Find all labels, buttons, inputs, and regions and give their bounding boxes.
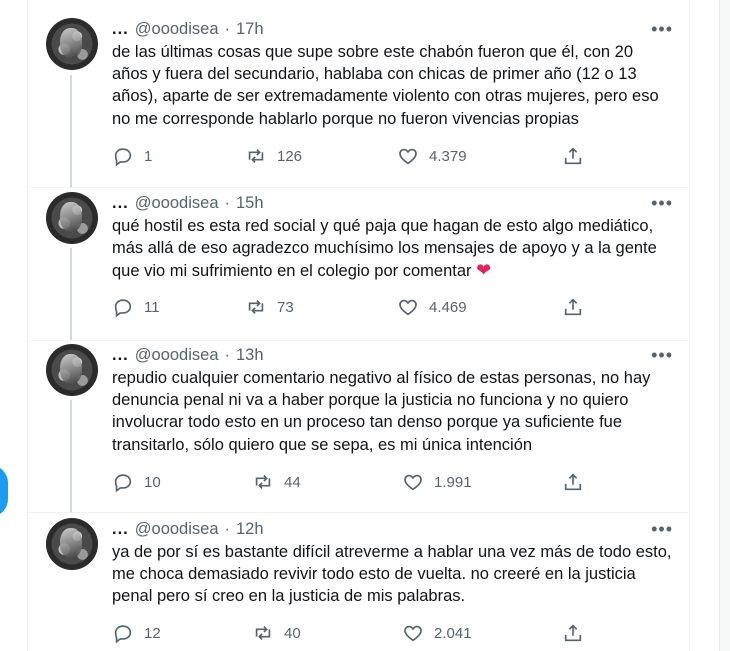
tweet-text: ya de por sí es bastante difícil atrever… [112, 543, 677, 606]
tweet[interactable]: ... @ooodisea · 15h ••• qué hostil es es… [28, 192, 689, 342]
username[interactable]: @ooodisea [135, 20, 219, 39]
timeline-border-right [689, 0, 690, 651]
timestamp[interactable]: 15h [236, 194, 264, 213]
tweet-actions: 1 126 4.379 [112, 145, 632, 169]
left-gutter [0, 0, 27, 651]
reply-count: 12 [144, 624, 161, 642]
retweet-count: 44 [284, 473, 301, 491]
like-count: 2.041 [434, 624, 472, 642]
sidebar-edge [719, 0, 730, 651]
separator-dot: · [224, 19, 231, 38]
share-icon [564, 298, 582, 316]
display-name[interactable]: ... [112, 346, 129, 365]
timestamp[interactable]: 12h [236, 520, 264, 539]
display-name[interactable]: ... [112, 194, 129, 213]
separator-dot: · [224, 519, 231, 538]
share-icon [564, 473, 582, 491]
separator-dot: · [224, 345, 231, 364]
avatar[interactable] [46, 192, 98, 244]
like-button[interactable]: 1.991 [402, 471, 472, 493]
like-count: 4.469 [429, 298, 467, 316]
retweet-icon [255, 625, 271, 641]
retweet-count: 126 [277, 147, 303, 165]
avatar[interactable] [46, 18, 98, 70]
retweet-button[interactable]: 44 [252, 471, 301, 493]
like-count: 1.991 [434, 473, 472, 491]
username[interactable]: @ooodisea [135, 346, 219, 365]
share-button[interactable] [562, 296, 584, 318]
reply-icon [114, 148, 132, 167]
avatar[interactable] [46, 344, 98, 396]
divider [28, 340, 689, 341]
separator-dot: · [224, 193, 231, 212]
tweet[interactable]: ... @ooodisea · 17h ••• de las últimas c… [28, 18, 689, 188]
reply-count: 11 [144, 298, 160, 316]
tweet-text: qué hostil es esta red social y qué paja… [112, 215, 672, 283]
tweet-text-body: qué hostil es esta red social y qué paja… [112, 217, 662, 281]
username[interactable]: @ooodisea [135, 520, 219, 539]
like-button[interactable]: 4.469 [397, 296, 467, 318]
retweet-icon [248, 148, 264, 164]
tweet-actions: 12 40 2.041 [112, 622, 632, 646]
retweet-icon [255, 474, 271, 490]
like-button[interactable]: 2.041 [402, 622, 472, 644]
more-icon[interactable]: ••• [651, 194, 673, 212]
reply-button[interactable]: 11 [112, 296, 160, 318]
reply-count: 10 [144, 473, 161, 491]
display-name[interactable]: ... [112, 520, 129, 539]
reply-icon [114, 625, 132, 644]
share-button[interactable] [562, 622, 584, 644]
avatar[interactable] [46, 518, 98, 570]
reply-count: 1 [144, 147, 153, 165]
reply-icon [114, 474, 132, 493]
like-icon [404, 474, 422, 491]
reply-button[interactable]: 10 [112, 471, 161, 493]
tweet-actions: 10 44 1.991 [112, 471, 632, 495]
share-button[interactable] [562, 471, 584, 493]
like-icon [399, 299, 417, 316]
tweet-header: ... @ooodisea · 15h [112, 192, 264, 214]
divider [28, 512, 689, 513]
timestamp[interactable]: 13h [236, 346, 264, 365]
tweet-header: ... @ooodisea · 12h [112, 518, 264, 540]
share-icon [564, 147, 582, 165]
tweet-text: de las últimas cosas que supe sobre este… [112, 43, 664, 128]
more-icon[interactable]: ••• [651, 520, 673, 538]
red-heart-emoji: ❤ [476, 260, 492, 281]
tweet[interactable]: ... @ooodisea · 12h ••• ya de por sí es … [28, 518, 689, 651]
retweet-icon [248, 299, 264, 315]
timestamp[interactable]: 17h [236, 20, 264, 39]
reply-button[interactable]: 12 [112, 622, 161, 644]
tweet-header: ... @ooodisea · 13h [112, 344, 264, 366]
like-button[interactable]: 4.379 [397, 145, 467, 167]
retweet-count: 40 [284, 624, 301, 642]
retweet-button[interactable]: 40 [252, 622, 301, 644]
share-icon [564, 624, 582, 642]
like-icon [399, 148, 417, 165]
like-icon [404, 625, 422, 642]
more-icon[interactable]: ••• [651, 20, 673, 38]
tweet-text: repudio cualquier comentario negativo al… [112, 369, 656, 454]
tweet-header: ... @ooodisea · 17h [112, 18, 264, 40]
retweet-count: 73 [277, 298, 294, 316]
username[interactable]: @ooodisea [135, 194, 219, 213]
share-button[interactable] [562, 145, 584, 167]
tweet[interactable]: ... @ooodisea · 13h ••• repudio cualquie… [28, 344, 689, 514]
retweet-button[interactable]: 73 [245, 296, 294, 318]
divider [28, 187, 689, 188]
reply-button[interactable]: 1 [112, 145, 152, 167]
reply-icon [114, 299, 132, 318]
display-name[interactable]: ... [112, 20, 129, 39]
tweet-actions: 11 73 4.469 [112, 296, 632, 320]
more-icon[interactable]: ••• [651, 346, 673, 364]
like-count: 4.379 [429, 147, 467, 165]
retweet-button[interactable]: 126 [245, 145, 302, 167]
